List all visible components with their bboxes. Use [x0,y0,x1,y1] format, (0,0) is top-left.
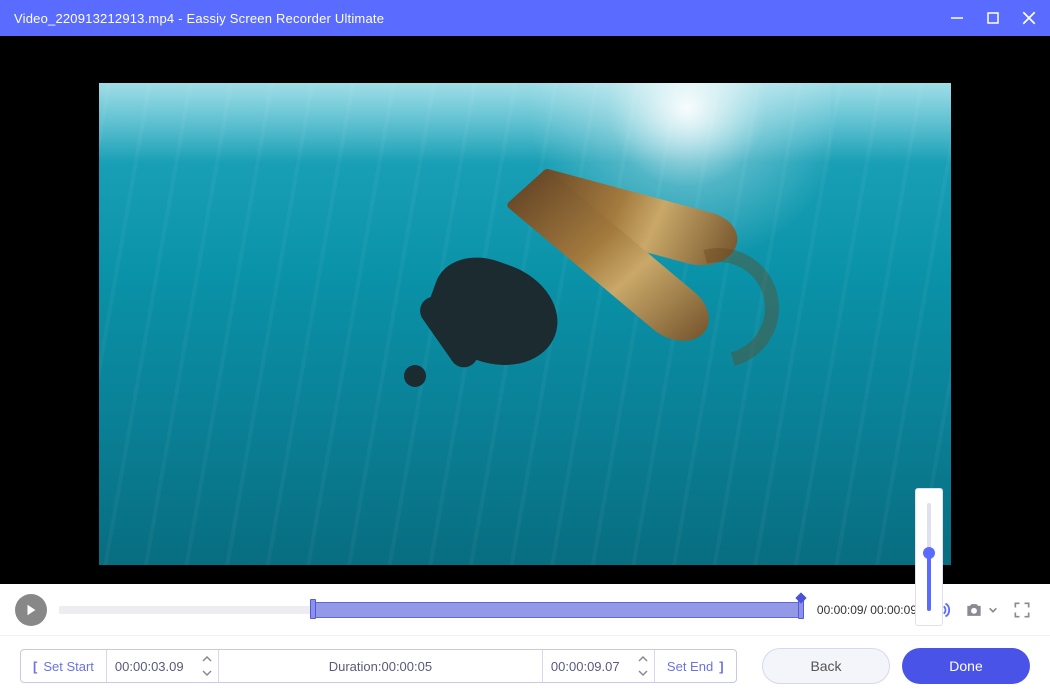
end-time-value: 00:00:09.07 [551,659,646,674]
video-frame[interactable] [99,83,951,565]
time-display: 00:00:09/ 00:00:09 [817,603,917,617]
app-window: Video_220913212913.mp4 - Eassiy Screen R… [0,0,1050,699]
start-time-field[interactable]: 00:00:03.09 [107,650,219,682]
total-time: 00:00:09 [870,603,917,617]
end-time-up[interactable] [636,652,650,666]
title-filename: Video_220913212913.mp4 [14,11,174,26]
trim-group: [ Set Start 00:00:03.09 Duration:00:00:0… [20,649,737,683]
play-icon [24,603,38,617]
volume-slider[interactable] [915,488,943,626]
camera-icon [963,600,985,620]
set-end-label: Set End [667,659,713,674]
start-time-up[interactable] [200,652,214,666]
title-appname: Eassiy Screen Recorder Ultimate [186,11,384,26]
back-button[interactable]: Back [762,648,890,684]
set-start-button[interactable]: [ Set Start [21,650,107,682]
window-controls [948,9,1038,27]
duration-label: Duration: [329,659,382,674]
set-start-label: Set Start [43,659,94,674]
snapshot-dropdown[interactable] [987,602,999,618]
action-buttons: Back Done [762,648,1030,684]
bracket-right-icon: ] [719,659,723,674]
timeline-selection[interactable] [313,602,800,618]
start-time-down[interactable] [200,666,214,680]
end-time-field[interactable]: 00:00:09.07 [543,650,655,682]
maximize-button[interactable] [984,9,1002,27]
close-icon [1021,10,1037,26]
set-end-button[interactable]: Set End ] [655,650,736,682]
title-separator: - [174,11,186,26]
volume-track[interactable] [927,503,931,611]
chevron-down-icon [202,670,212,676]
chevron-down-icon [638,670,648,676]
bracket-left-icon: [ [33,659,37,674]
titlebar: Video_220913212913.mp4 - Eassiy Screen R… [0,0,1050,36]
fullscreen-icon [1012,600,1032,620]
playback-controls: 00:00:09/ 00:00:09 [0,584,1050,636]
play-button[interactable] [15,594,47,626]
maximize-icon [986,11,1000,25]
duration-display: Duration:00:00:05 [219,650,543,682]
end-time-down[interactable] [636,666,650,680]
snapshot-group [963,599,999,621]
trim-controls: [ Set Start 00:00:03.09 Duration:00:00:0… [0,636,1050,696]
chevron-up-icon [202,656,212,662]
current-time: 00:00:09 [817,603,864,617]
chevron-down-icon [988,605,998,615]
snapshot-button[interactable] [963,599,985,621]
fullscreen-button[interactable] [1011,599,1033,621]
done-button[interactable]: Done [902,648,1030,684]
timeline[interactable] [59,601,801,619]
minimize-button[interactable] [948,9,966,27]
chevron-up-icon [638,656,648,662]
start-time-value: 00:00:03.09 [115,659,210,674]
close-button[interactable] [1020,9,1038,27]
minimize-icon [950,11,964,25]
video-preview-area [0,36,1050,584]
timeline-handle-start[interactable] [310,599,316,619]
duration-value: 00:00:05 [381,659,432,674]
volume-thumb[interactable] [923,547,935,559]
